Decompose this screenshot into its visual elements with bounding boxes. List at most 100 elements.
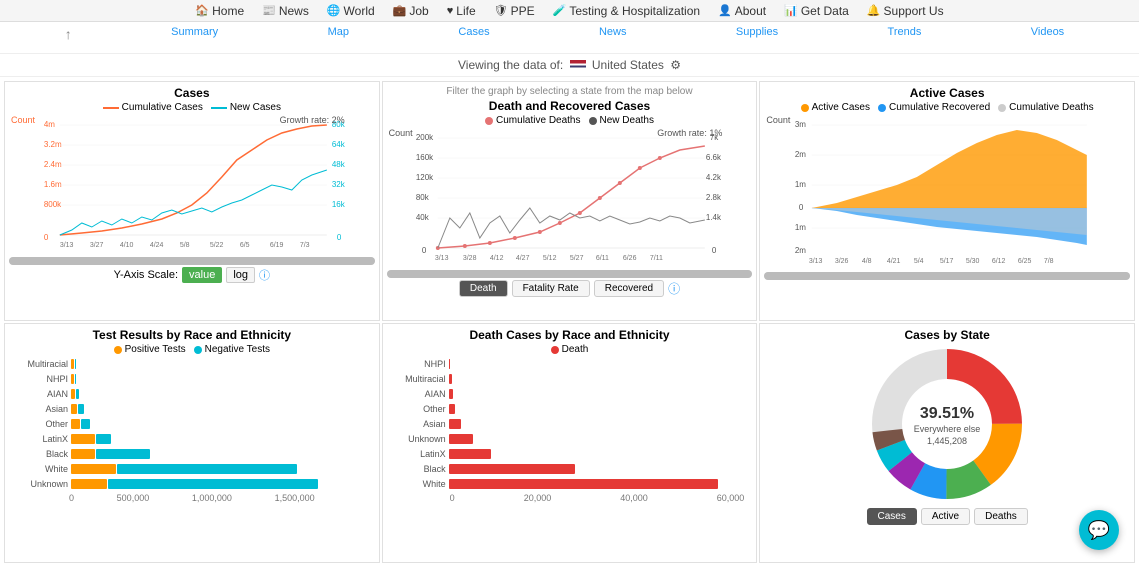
asian-positive-bar <box>71 404 77 414</box>
active-cases-svg: 3m 2m 1m 0 1m 2m 3/13 3/26 <box>764 115 1130 270</box>
subnav-summary[interactable]: Summary <box>161 26 228 38</box>
scale-value-btn[interactable]: value <box>182 267 222 283</box>
nav-testing[interactable]: 🧪 Testing & Hospitalization <box>545 2 708 20</box>
svg-text:3/26: 3/26 <box>835 258 849 265</box>
active-cases-dot <box>801 104 809 112</box>
svg-text:1m: 1m <box>795 223 806 232</box>
svg-text:3/13: 3/13 <box>60 242 74 249</box>
active-cases-legend: Active Cases Cumulative Recovered Cumula… <box>764 102 1130 113</box>
recovered-btn[interactable]: Recovered <box>594 280 664 297</box>
fatality-rate-btn[interactable]: Fatality Rate <box>512 280 590 297</box>
nav-getdata[interactable]: 📊 Get Data <box>776 2 857 20</box>
multiracial-negative-bar <box>75 359 76 369</box>
black-positive-bar <box>71 449 95 459</box>
support-icon: 🔔 <box>867 4 881 17</box>
svg-text:0: 0 <box>44 233 49 242</box>
state-cases-title: Cases by State <box>764 328 1130 342</box>
svg-text:6/26: 6/26 <box>622 255 636 262</box>
svg-text:0: 0 <box>799 203 804 212</box>
white-death-bar <box>449 479 719 489</box>
death-btn[interactable]: Death <box>459 280 508 297</box>
svg-text:120k: 120k <box>415 173 433 182</box>
growth-rate-death: Growth rate: 1% <box>657 128 722 138</box>
subnav-trends[interactable]: Trends <box>878 26 932 38</box>
nav-world[interactable]: 🌐 World <box>319 2 383 20</box>
flag-icon <box>570 60 586 71</box>
subnav-videos[interactable]: Videos <box>1021 26 1074 38</box>
death-scroll[interactable] <box>387 270 753 278</box>
state-deaths-btn[interactable]: Deaths <box>974 508 1028 525</box>
nav-life[interactable]: ♥ Life <box>439 2 484 20</box>
cumulative-deaths-dot <box>485 117 493 125</box>
subnav-supplies[interactable]: Supplies <box>726 26 788 38</box>
settings-icon[interactable]: ⚙ <box>670 58 681 72</box>
nav-home[interactable]: 🏠 Home <box>187 2 252 20</box>
viewing-bar: Viewing the data of: United States ⚙ <box>0 54 1139 77</box>
svg-text:64k: 64k <box>332 140 346 149</box>
death-bar-white: White <box>391 477 749 491</box>
nhpi-death-bar <box>449 359 450 369</box>
bar-multiracial: Multiracial <box>13 357 371 371</box>
death-bar-asian: Asian <box>391 417 749 431</box>
black-death-bar <box>449 464 575 474</box>
scale-info-icon[interactable]: ⓘ <box>259 267 270 283</box>
legend-new-cases: New Cases <box>211 102 281 113</box>
svg-text:80k: 80k <box>415 193 429 202</box>
bar-unknown: Unknown <box>13 477 371 491</box>
state-active-btn[interactable]: Active <box>921 508 970 525</box>
black-negative-bar <box>96 449 150 459</box>
subnav-map[interactable]: Map <box>318 26 359 38</box>
bar-latinx: LatinX <box>13 432 371 446</box>
legend-cumulative-cases: Cumulative Cases <box>103 102 203 113</box>
chat-bubble[interactable]: 💬 <box>1079 510 1119 550</box>
svg-text:4/8: 4/8 <box>862 258 872 265</box>
nav-job[interactable]: 💼 Job <box>385 2 437 20</box>
svg-text:5/17: 5/17 <box>940 258 954 265</box>
svg-text:5/12: 5/12 <box>542 255 556 262</box>
nav-about[interactable]: 👤 About <box>710 2 774 20</box>
bar-black: Black <box>13 447 371 461</box>
world-icon: 🌐 <box>327 4 341 17</box>
subnav-cases[interactable]: Cases <box>448 26 499 38</box>
svg-text:6/5: 6/5 <box>240 242 250 249</box>
new-deaths-dot <box>589 117 597 125</box>
svg-text:200k: 200k <box>415 133 433 142</box>
svg-text:4/12: 4/12 <box>489 255 503 262</box>
scale-log-btn[interactable]: log <box>226 267 255 283</box>
aian-negative-bar <box>76 389 78 399</box>
svg-text:5/27: 5/27 <box>569 255 583 262</box>
race-tests-legend: Positive Tests Negative Tests <box>9 344 375 355</box>
nav-news[interactable]: 📰 News <box>254 2 317 20</box>
growth-rate-cases: Growth rate: 2% <box>280 115 345 125</box>
death-bar-latinx: LatinX <box>391 447 749 461</box>
state-cases-btn[interactable]: Cases <box>867 508 917 525</box>
donut-chart-svg: 39.51% Everywhere else 1,445,208 <box>847 344 1047 504</box>
bar-aian: AIAN <box>13 387 371 401</box>
subnav-news[interactable]: News <box>589 26 637 38</box>
sub-nav: ↑ Summary Map Cases News Supplies Trends… <box>0 22 1139 54</box>
race-tests-panel: Test Results by Race and Ethnicity Posit… <box>4 323 380 563</box>
nav-ppe[interactable]: 🛡 PPE <box>486 2 543 20</box>
svg-text:4.2k: 4.2k <box>705 173 721 182</box>
svg-text:4m: 4m <box>44 120 55 129</box>
svg-text:3/13: 3/13 <box>434 255 448 262</box>
nav-support[interactable]: 🔔 Support Us <box>859 2 952 20</box>
death-info-icon[interactable]: ⓘ <box>668 280 680 297</box>
aian-death-bar <box>449 389 453 399</box>
filter-text: Filter the graph by selecting a state fr… <box>387 86 753 97</box>
svg-text:7/11: 7/11 <box>649 255 662 262</box>
cumulative-cases-line <box>103 107 119 109</box>
svg-text:1,445,208: 1,445,208 <box>927 436 967 446</box>
main-content: Cases Cumulative Cases New Cases Count G… <box>0 77 1139 567</box>
svg-text:4/21: 4/21 <box>887 258 901 265</box>
svg-text:7/3: 7/3 <box>300 242 310 249</box>
svg-text:0: 0 <box>337 233 342 242</box>
news-icon: 📰 <box>262 4 276 17</box>
scroll-up-arrow[interactable]: ↑ <box>65 26 72 42</box>
cases-scroll[interactable] <box>9 257 375 265</box>
active-cases-scroll[interactable] <box>764 272 1130 280</box>
death-bar-multiracial: Multiracial <box>391 372 749 386</box>
testing-icon: 🧪 <box>553 4 567 17</box>
race-deaths-legend: Death <box>387 344 753 355</box>
cases-scroll-thumb <box>9 257 375 265</box>
